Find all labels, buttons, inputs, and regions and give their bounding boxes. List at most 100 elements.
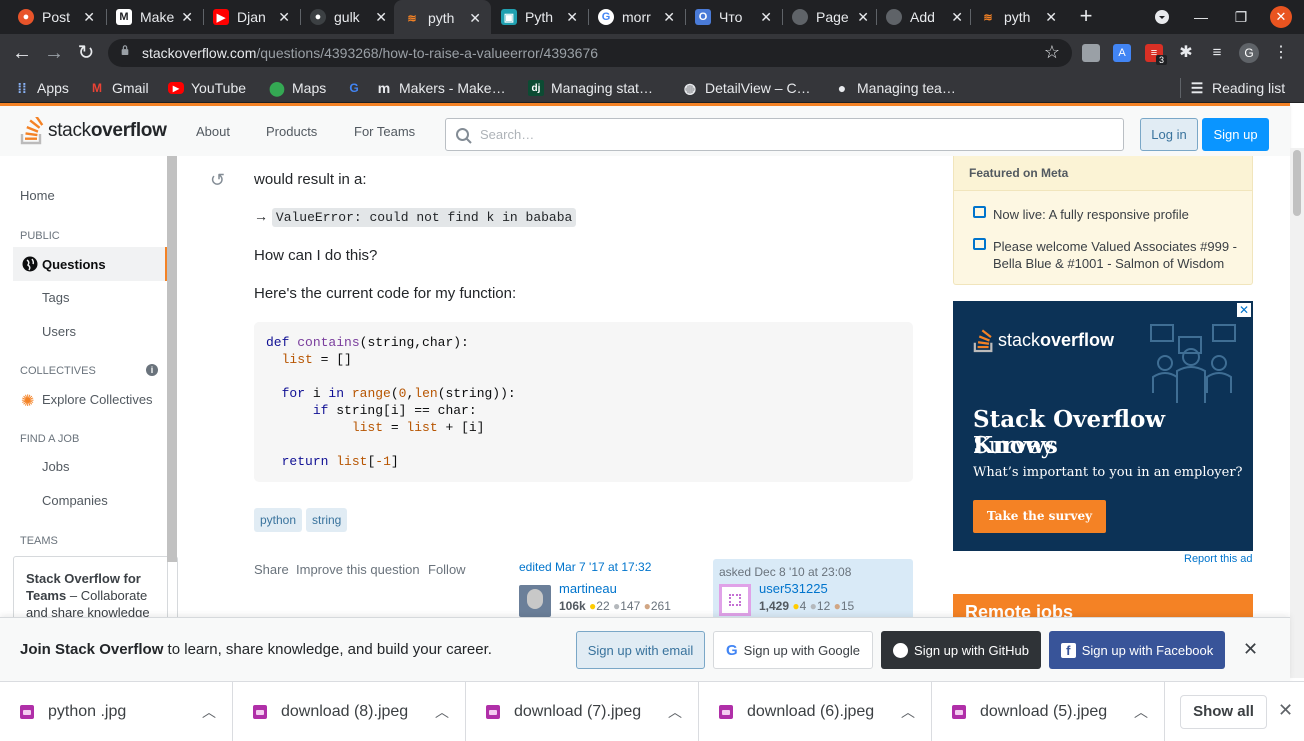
follow-link[interactable]: Follow (428, 562, 466, 577)
reload-icon[interactable]: ↻ (74, 41, 98, 65)
download-item[interactable]: download (6).jpeg ︿ (699, 682, 932, 741)
asker-username[interactable]: user531225 (759, 581, 828, 596)
close-icon[interactable]: ✕ (181, 9, 193, 26)
remote-jobs-banner[interactable]: Remote jobs (953, 594, 1253, 617)
editor-username[interactable]: martineau (559, 581, 617, 596)
info-icon[interactable]: i (146, 364, 158, 376)
edited-timestamp[interactable]: edited Mar 7 '17 at 17:32 (519, 560, 699, 574)
page-scrollbar[interactable] (1290, 148, 1304, 678)
nav-about[interactable]: About (196, 124, 230, 139)
close-icon[interactable]: ✕ (278, 9, 290, 26)
tag-string[interactable]: string (306, 508, 348, 532)
take-survey-button[interactable]: Take the survey (973, 500, 1106, 533)
survey-ad[interactable]: ✕ stackoverflow Stack Overflow Knows Sur… (953, 301, 1253, 551)
signup-button[interactable]: Sign up (1202, 118, 1269, 151)
login-button[interactable]: Log in (1140, 118, 1198, 151)
nav-users[interactable]: Users (42, 324, 76, 339)
profile-avatar[interactable]: G (1239, 43, 1259, 63)
nav-jobs[interactable]: Jobs (42, 459, 69, 474)
close-icon[interactable]: ✕ (760, 9, 772, 26)
teams-promo[interactable]: Stack Overflow for Teams – Collaborate a… (13, 556, 178, 617)
chevron-up-icon[interactable]: ︿ (435, 702, 449, 722)
bookmark-google[interactable]: G (346, 78, 369, 98)
tag-python[interactable]: python (254, 508, 303, 532)
bookmark-detailview[interactable]: ◍ DetailView – C… (682, 78, 811, 98)
chevron-up-icon[interactable]: ︿ (1134, 702, 1148, 722)
bookmark-managing-static[interactable]: dj Managing stat… (528, 78, 653, 98)
history-icon[interactable]: ↺ (210, 170, 225, 191)
window-close-button[interactable]: ✕ (1266, 0, 1296, 34)
meta-item[interactable]: Now live: A fully responsive profile (993, 206, 1243, 223)
tab-russian-doc[interactable]: O Что ✕ (685, 0, 782, 34)
bookmark-maps[interactable]: ⬤ Maps (269, 78, 326, 98)
chevron-up-icon[interactable]: ︿ (202, 702, 216, 722)
search-input[interactable]: Search… (445, 118, 1124, 151)
so-logo[interactable]: stackoverflow (20, 114, 167, 148)
restore-icon[interactable]: ❐ (1226, 0, 1256, 34)
meta-item[interactable]: Please welcome Valued Associates #999 - … (993, 238, 1243, 272)
bookmark-makers[interactable]: m Makers - Make… (376, 78, 506, 98)
close-icon[interactable]: ✕ (1278, 700, 1293, 721)
download-item[interactable]: python .jpg ︿ (0, 682, 233, 741)
bookmark-youtube[interactable]: ▶ YouTube (168, 78, 246, 98)
tab-github[interactable]: ● gulk ✕ (300, 0, 397, 34)
tab-add[interactable]: Add ✕ (876, 0, 973, 34)
show-all-downloads-button[interactable]: Show all (1180, 695, 1267, 729)
minimize-icon[interactable]: — (1186, 0, 1216, 34)
translate-icon[interactable]: A (1113, 44, 1131, 62)
tab-python-active[interactable]: ≋ pyth ✕ (394, 0, 491, 36)
download-item[interactable]: download (8).jpeg ︿ (233, 682, 466, 741)
signup-github-button[interactable]: Sign up with GitHub (881, 631, 1041, 669)
tab-search-icon[interactable] (1147, 0, 1177, 34)
close-icon[interactable]: ✕ (663, 9, 675, 26)
extension-1-icon[interactable] (1082, 44, 1100, 62)
tab-python-3[interactable]: ≋ pyth ✕ (970, 0, 1067, 34)
menu-kebab-icon[interactable]: ⋮ (1272, 44, 1290, 62)
bookmark-apps[interactable]: ⁞⁞ Apps (14, 78, 69, 98)
media-icon[interactable]: ≡ (1208, 44, 1226, 62)
nav-tags[interactable]: Tags (42, 290, 69, 305)
chevron-up-icon[interactable]: ︿ (901, 702, 915, 722)
new-tab-button[interactable]: + (1074, 4, 1098, 28)
chevron-up-icon[interactable]: ︿ (668, 702, 682, 722)
forward-arrow-icon[interactable]: → (42, 41, 66, 65)
reading-list-button[interactable]: ☰ Reading list (1180, 78, 1285, 98)
signup-google-button[interactable]: G Sign up with Google (713, 631, 873, 669)
close-icon[interactable]: ✕ (566, 9, 578, 26)
back-arrow-icon[interactable]: ← (10, 41, 34, 65)
bookmark-managing-teams[interactable]: ● Managing tea… (834, 78, 956, 98)
nav-companies[interactable]: Companies (42, 493, 108, 508)
download-item[interactable]: download (5).jpeg ︿ (932, 682, 1165, 741)
tab-python-2[interactable]: ▣ Pyth ✕ (491, 0, 588, 34)
close-icon[interactable]: ✕ (83, 9, 95, 26)
avatar[interactable] (719, 584, 751, 616)
nav-products[interactable]: Products (266, 124, 317, 139)
ad-close-icon[interactable]: ✕ (1237, 303, 1251, 317)
avatar[interactable] (519, 585, 551, 617)
nav-home[interactable]: Home (20, 188, 55, 203)
download-item[interactable]: download (7).jpeg ︿ (466, 682, 699, 741)
close-icon[interactable]: ✕ (1243, 639, 1258, 660)
scrollbar-thumb[interactable] (1293, 150, 1301, 216)
tab-django-youtube[interactable]: ▶ Djan ✕ (203, 0, 300, 34)
puzzle-icon[interactable]: ✱ (1177, 44, 1195, 62)
signup-email-button[interactable]: Sign up with email (576, 631, 705, 669)
tab-google[interactable]: G morr ✕ (588, 0, 685, 34)
address-bar[interactable]: stackoverflow.com/questions/4393268/how-… (108, 39, 1072, 67)
tab-page[interactable]: Page ✕ (782, 0, 879, 34)
nav-explore-collectives[interactable]: Explore Collectives (42, 392, 153, 407)
improve-question-link[interactable]: Improve this question (296, 562, 420, 577)
close-icon[interactable]: ✕ (469, 10, 481, 27)
signup-facebook-button[interactable]: f Sign up with Facebook (1049, 631, 1225, 669)
close-icon[interactable]: ✕ (375, 9, 387, 26)
tab-makers[interactable]: M Make ✕ (106, 0, 203, 34)
left-nav-scrollbar[interactable] (167, 156, 177, 562)
nav-questions[interactable]: Questions (13, 247, 168, 281)
nav-for-teams[interactable]: For Teams (354, 124, 415, 139)
tab-postman[interactable]: ● Post ✕ (8, 0, 105, 34)
bookmark-gmail[interactable]: M Gmail (89, 78, 149, 98)
close-icon[interactable]: ✕ (951, 9, 963, 26)
close-icon[interactable]: ✕ (857, 9, 869, 26)
share-link[interactable]: Share (254, 562, 289, 577)
close-icon[interactable]: ✕ (1045, 9, 1057, 26)
